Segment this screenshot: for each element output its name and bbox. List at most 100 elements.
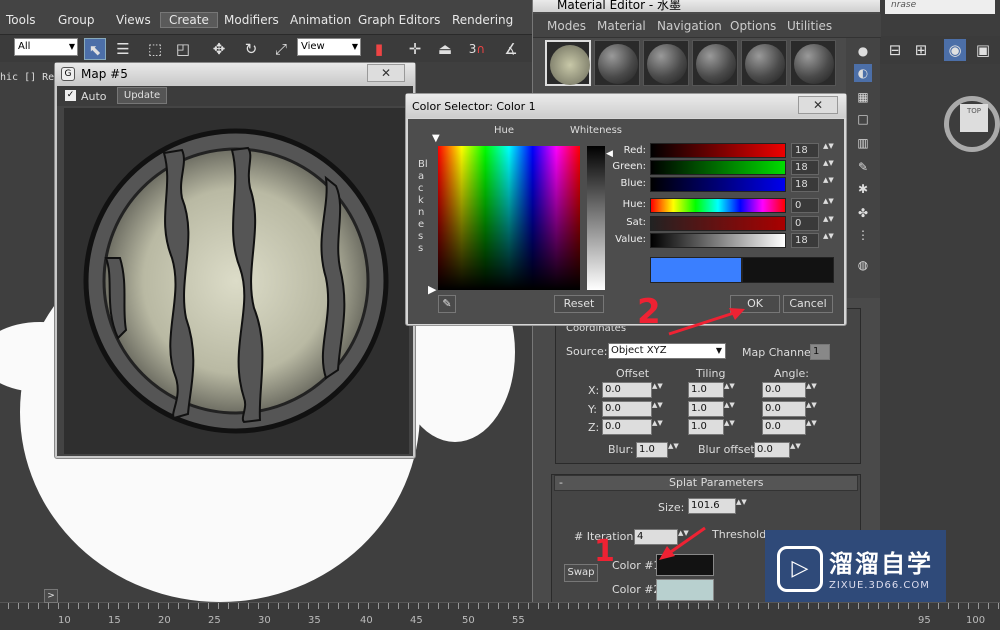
background-icon[interactable]: ▦ — [854, 88, 872, 106]
move-icon[interactable]: ✥ — [208, 38, 230, 60]
eyedropper-icon[interactable]: ✎ — [438, 295, 456, 313]
window-crossing-icon[interactable]: ◰ — [172, 38, 194, 60]
spinner-icon[interactable]: ▲▼ — [724, 419, 735, 435]
search-box[interactable]: nrase — [885, 0, 995, 14]
splat-header-bar[interactable]: - Splat Parameters — [554, 475, 858, 491]
spinner-icon[interactable]: ▲▼ — [736, 498, 747, 514]
spinner-icon[interactable]: ▲▼ — [652, 401, 663, 417]
render-setup-icon[interactable]: ▣ — [972, 39, 994, 61]
source-dropdown[interactable]: Object XYZ ▼ — [608, 343, 726, 359]
spinner-icon[interactable]: ▲▼ — [724, 382, 735, 398]
sample-slot-4[interactable] — [692, 40, 738, 86]
sample-slot-6[interactable] — [790, 40, 836, 86]
menu-modes[interactable]: Modes — [547, 19, 586, 33]
color2-swatch[interactable] — [656, 579, 714, 601]
schematic-icon[interactable]: ⊞ — [910, 39, 932, 61]
value-field[interactable]: 18 — [791, 233, 819, 248]
select-by-material-icon[interactable]: ✤ — [854, 204, 872, 222]
scale-icon[interactable]: ⤢ — [270, 38, 292, 60]
select-by-name-icon[interactable]: ☰ — [112, 38, 134, 60]
menu-tools[interactable]: Tools — [6, 13, 36, 27]
material-editor-icon[interactable]: ◉ — [944, 39, 966, 61]
hue-field[interactable]: 0 — [791, 198, 819, 213]
reset-button[interactable]: Reset — [554, 295, 604, 313]
snap-toggle-icon[interactable]: 3∩ — [466, 38, 488, 60]
collapse-icon[interactable]: - — [559, 476, 563, 489]
backlight-icon[interactable]: ◐ — [854, 64, 872, 82]
hue-blackness-picker[interactable] — [438, 146, 580, 290]
menu-material[interactable]: Material — [597, 19, 646, 33]
original-color-swatch[interactable] — [650, 257, 742, 283]
timeline-next-button[interactable]: > — [44, 589, 58, 603]
spinner-icon[interactable]: ▲▼ — [823, 160, 834, 175]
blackness-pointer-icon[interactable]: ▶ — [428, 283, 436, 296]
menu-navigation[interactable]: Navigation — [657, 19, 722, 33]
right-viewport[interactable]: nrase ⊟ ⊞ ◉ ▣ TOP — [880, 0, 1000, 602]
timeline[interactable]: > 10 15 20 25 30 35 40 45 50 55 95 100 — [0, 589, 1000, 630]
spinner-icon[interactable]: ▲▼ — [823, 143, 834, 158]
spinner-icon[interactable]: ▲▼ — [724, 401, 735, 417]
menu-graph-editors[interactable]: Graph Editors — [358, 13, 440, 27]
sat-field[interactable]: 0 — [791, 216, 819, 231]
menu-group[interactable]: Group — [58, 13, 95, 27]
selection-filter-dropdown[interactable]: All ▼ — [14, 38, 78, 56]
pivot-icon[interactable]: ▮ — [368, 38, 390, 60]
spinner-icon[interactable]: ▲▼ — [823, 216, 834, 231]
menu-rendering[interactable]: Rendering — [452, 13, 513, 27]
menu-animation[interactable]: Animation — [290, 13, 351, 27]
menu-create[interactable]: Create — [160, 12, 218, 28]
green-field[interactable]: 18 — [791, 160, 819, 175]
tiling-z-field[interactable]: 1.0 ▲▼ — [688, 419, 735, 435]
rect-selection-icon[interactable]: ⬚ — [144, 38, 166, 60]
sample-slot-3[interactable] — [643, 40, 689, 86]
spinner-icon[interactable]: ▲▼ — [652, 419, 663, 435]
material-navigator-icon[interactable]: ⋮ — [854, 226, 872, 244]
options-icon[interactable]: ✱ — [854, 180, 872, 198]
spinner-icon[interactable]: ▲▼ — [668, 442, 679, 458]
spinner-icon[interactable]: ▲▼ — [790, 442, 801, 458]
red-slider[interactable] — [650, 143, 786, 158]
ref-coord-dropdown[interactable]: View ▼ — [297, 38, 361, 56]
spinner-icon[interactable]: ▲▼ — [806, 401, 817, 417]
close-icon[interactable]: ✕ — [798, 96, 838, 114]
menu-options[interactable]: Options — [730, 19, 776, 33]
keyboard-shortcut-icon[interactable]: ⏏ — [434, 38, 456, 60]
update-button[interactable]: Update — [117, 87, 167, 104]
auto-checkbox[interactable]: ✓ — [65, 90, 76, 101]
spinner-icon[interactable]: ▲▼ — [806, 419, 817, 435]
hue-pointer-icon[interactable]: ▼ — [432, 133, 440, 144]
menu-views[interactable]: Views — [116, 13, 151, 27]
angle-x-field[interactable]: 0.0 ▲▼ — [762, 382, 817, 398]
video-color-icon[interactable]: ▥ — [854, 134, 872, 152]
tiling-x-field[interactable]: 1.0 ▲▼ — [688, 382, 735, 398]
blue-slider[interactable] — [650, 177, 786, 192]
angle-z-field[interactable]: 0.0 ▲▼ — [762, 419, 817, 435]
offset-x-field[interactable]: 0.0 ▲▼ — [602, 382, 663, 398]
close-icon[interactable]: ✕ — [367, 64, 405, 82]
viewcube[interactable]: TOP — [960, 104, 988, 132]
angle-y-field[interactable]: 0.0 ▲▼ — [762, 401, 817, 417]
whiteness-bar[interactable] — [587, 146, 605, 290]
blur-field[interactable]: 1.0 ▲▼ — [636, 442, 679, 458]
sat-slider[interactable] — [650, 216, 786, 231]
angle-snap-icon[interactable]: ∡ — [500, 38, 522, 60]
swap-button[interactable]: Swap — [564, 564, 598, 582]
sample-slot-5[interactable] — [741, 40, 787, 86]
hue-slider[interactable] — [650, 198, 786, 213]
blur-offset-field[interactable]: 0.0 ▲▼ — [754, 442, 801, 458]
spinner-icon[interactable]: ▲▼ — [823, 177, 834, 192]
spinner-icon[interactable]: ▲▼ — [823, 233, 834, 248]
sample-slot-2[interactable] — [594, 40, 640, 86]
select-object-icon[interactable]: ⬉ — [84, 38, 106, 60]
spinner-icon[interactable]: ▲▼ — [806, 382, 817, 398]
pick-material-icon[interactable]: ◍ — [854, 256, 872, 274]
offset-z-field[interactable]: 0.0 ▲▼ — [602, 419, 663, 435]
tiling-y-field[interactable]: 1.0 ▲▼ — [688, 401, 735, 417]
offset-y-field[interactable]: 0.0 ▲▼ — [602, 401, 663, 417]
menu-modifiers[interactable]: Modifiers — [224, 13, 279, 27]
rotate-icon[interactable]: ↻ — [240, 38, 262, 60]
red-field[interactable]: 18 — [791, 143, 819, 158]
sample-type-icon[interactable]: ● — [854, 42, 872, 60]
select-manipulate-icon[interactable]: ✛ — [404, 38, 426, 60]
curve-editor-icon[interactable]: ⊟ — [884, 39, 906, 61]
